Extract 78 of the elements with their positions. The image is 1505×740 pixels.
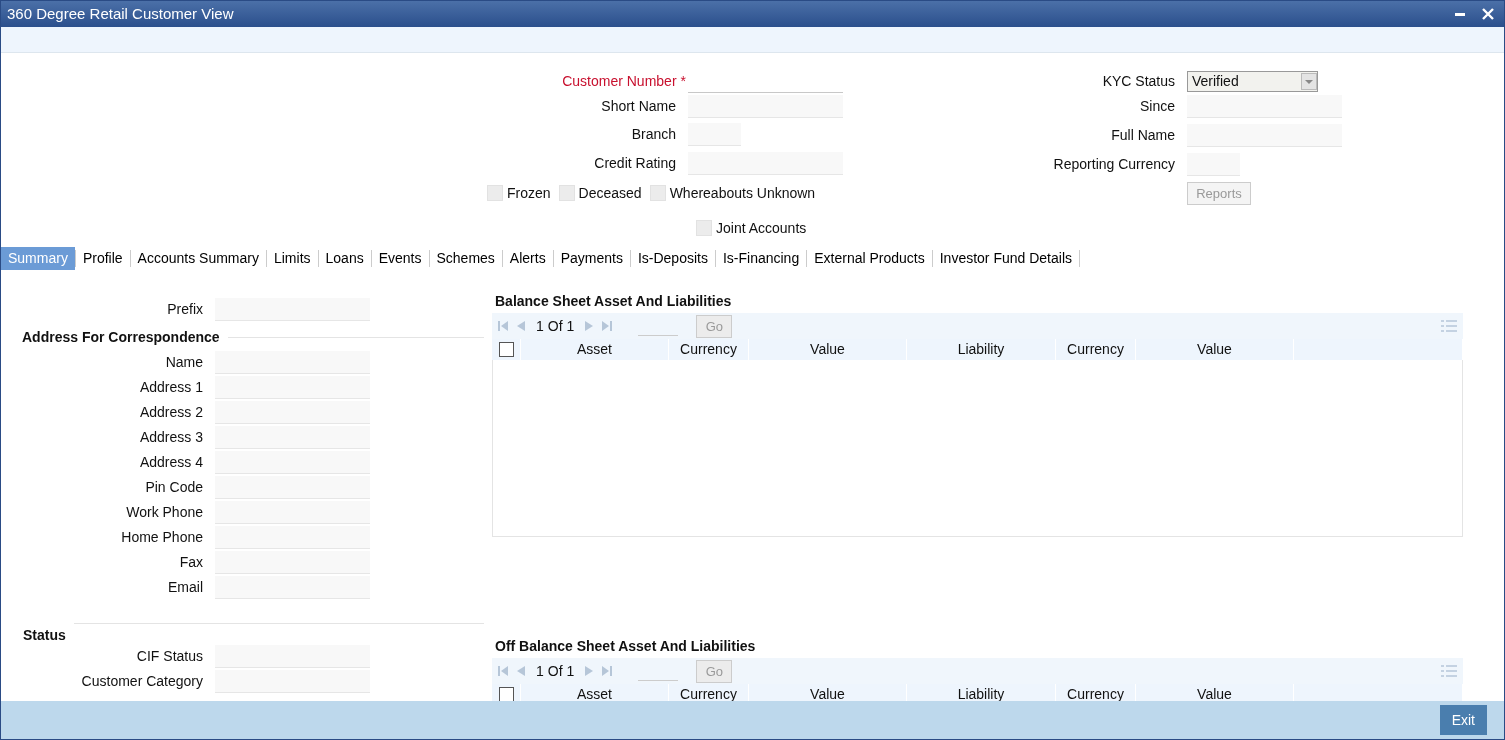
required-marker: * (680, 72, 686, 89)
grid-title: Balance Sheet Asset And Liabilities (494, 292, 733, 311)
field-label: KYC Status (1101, 71, 1176, 91)
checkbox-label: Joint Accounts (716, 218, 807, 238)
column-header: Currency (669, 339, 749, 360)
text-field[interactable] (215, 476, 370, 499)
field-label: Work Phone (125, 503, 204, 522)
field-label: Pin Code (144, 478, 204, 497)
text-field[interactable] (215, 526, 370, 549)
page-total: 1 (566, 661, 575, 681)
field-label: Home Phone (120, 528, 204, 547)
text-field[interactable] (215, 351, 370, 374)
last-page-icon[interactable] (600, 319, 615, 333)
checkbox[interactable] (558, 185, 575, 201)
select-all-checkbox[interactable] (498, 687, 514, 701)
field-label: Customer Number (562, 72, 677, 89)
page-number: 1 (536, 316, 544, 336)
checkbox[interactable] (696, 220, 712, 236)
text-field[interactable] (688, 95, 843, 118)
column-list-icon[interactable] (1441, 319, 1457, 333)
text-field[interactable] (215, 401, 370, 424)
text-field[interactable] (688, 152, 843, 175)
first-page-icon[interactable] (496, 664, 510, 678)
page-total: 1 (566, 316, 575, 336)
field-label: Customer Category (80, 672, 204, 691)
field-label: Address 3 (138, 428, 204, 447)
select-all-checkbox[interactable] (498, 342, 514, 357)
field-label: Reporting Currency (1052, 155, 1176, 174)
field-label: Address 2 (138, 403, 204, 422)
field-label: Short Name (600, 97, 677, 116)
page-of-label: Of (547, 316, 563, 336)
text-field[interactable] (215, 298, 370, 321)
text-field[interactable] (215, 551, 370, 574)
page-number: 1 (536, 661, 544, 681)
column-header: Value (1136, 339, 1294, 360)
checkbox-label: Deceased (578, 183, 642, 203)
text-field[interactable] (1187, 95, 1342, 118)
text-field[interactable] (215, 501, 370, 524)
text-field[interactable] (1187, 153, 1240, 176)
kyc-status-select[interactable]: Verified (1187, 70, 1318, 92)
checkbox-label: Frozen (507, 183, 551, 203)
column-header: Liability (907, 339, 1056, 360)
field-label: Address 4 (138, 453, 204, 472)
field-label: Name (164, 353, 204, 372)
field-label: Full Name (1110, 126, 1176, 145)
field-label: Branch (630, 125, 677, 144)
column-header: Asset (521, 339, 669, 360)
text-field[interactable] (215, 645, 370, 668)
field-label: Fax (178, 553, 204, 572)
text-field[interactable] (215, 376, 370, 399)
text-field[interactable] (215, 451, 370, 474)
checkbox-label: Whereabouts Unknown (669, 183, 816, 203)
field-label: CIF Status (135, 647, 204, 666)
text-field[interactable] (215, 576, 370, 599)
field-label: Email (167, 578, 204, 597)
window-title: 360 Degree Retail Customer View (7, 3, 235, 24)
column-header: Value (749, 339, 907, 360)
page-of-label: Of (547, 661, 563, 681)
field-label: Prefix (166, 300, 204, 319)
column-list-icon[interactable] (1441, 664, 1457, 678)
checkbox[interactable] (649, 185, 666, 201)
text-field[interactable] (1187, 124, 1342, 147)
caret-icon[interactable] (1301, 72, 1317, 90)
text-field[interactable] (215, 426, 370, 449)
close-icon[interactable] (1482, 8, 1494, 20)
first-page-icon[interactable] (496, 319, 510, 333)
column-header: Currency (1056, 339, 1136, 360)
field-label: Address 1 (138, 378, 204, 397)
text-field[interactable] (688, 123, 741, 146)
field-label: Since (1138, 97, 1176, 116)
section-title: Status (23, 626, 66, 645)
last-page-icon[interactable] (600, 664, 615, 678)
field-label: Credit Rating (593, 154, 677, 173)
grid-title: Off Balance Sheet Asset And Liabilities (494, 637, 757, 656)
section-title: Address For Correspondence (22, 327, 220, 347)
exit-button[interactable]: Exit (1439, 705, 1487, 735)
checkbox[interactable] (487, 185, 503, 201)
text-field[interactable] (215, 670, 370, 693)
